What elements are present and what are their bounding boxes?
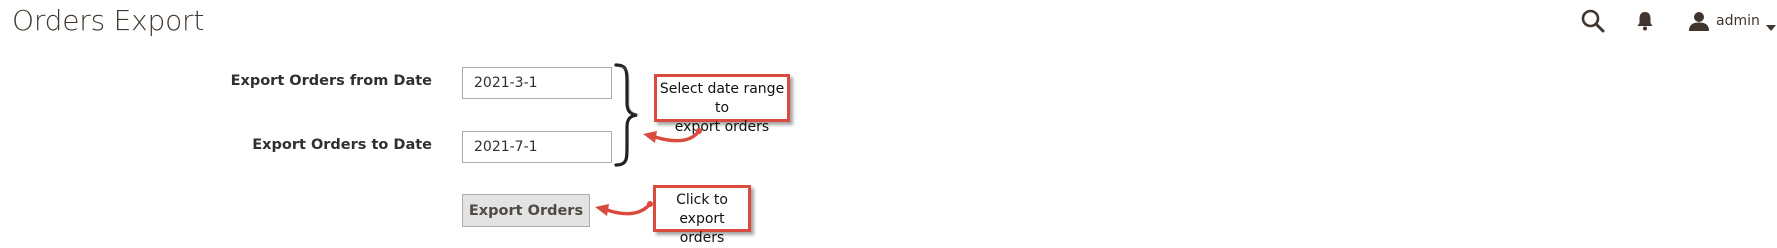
from-date-label: Export Orders from Date — [230, 73, 432, 89]
bell-icon[interactable] — [1633, 9, 1657, 33]
user-icon — [1688, 10, 1710, 32]
export-callout-line1: Click to — [676, 192, 728, 208]
arrow-icon — [639, 126, 705, 148]
from-date-label-wrap: Export Orders from Date — [200, 66, 432, 98]
export-callout-line2: export orders — [679, 211, 725, 246]
export-callout: Click to export orders — [653, 185, 751, 246]
page-title: Orders Export — [12, 4, 205, 37]
to-date-label-wrap: Export Orders to Date — [200, 130, 432, 162]
user-menu[interactable]: admin — [1688, 8, 1776, 34]
date-callout-line1: Select date range to — [659, 81, 785, 116]
from-date-input[interactable] — [462, 67, 612, 99]
to-date-input[interactable] — [462, 131, 612, 163]
date-range-callout: Select date range to export orders — [654, 74, 790, 135]
caret-down-icon — [1765, 17, 1776, 31]
export-orders-button[interactable]: Export Orders — [462, 194, 590, 227]
brace-icon — [613, 63, 643, 167]
to-date-label: Export Orders to Date — [252, 137, 432, 153]
search-icon[interactable] — [1580, 8, 1606, 34]
arrow-icon — [591, 200, 655, 222]
username: admin — [1716, 13, 1760, 29]
